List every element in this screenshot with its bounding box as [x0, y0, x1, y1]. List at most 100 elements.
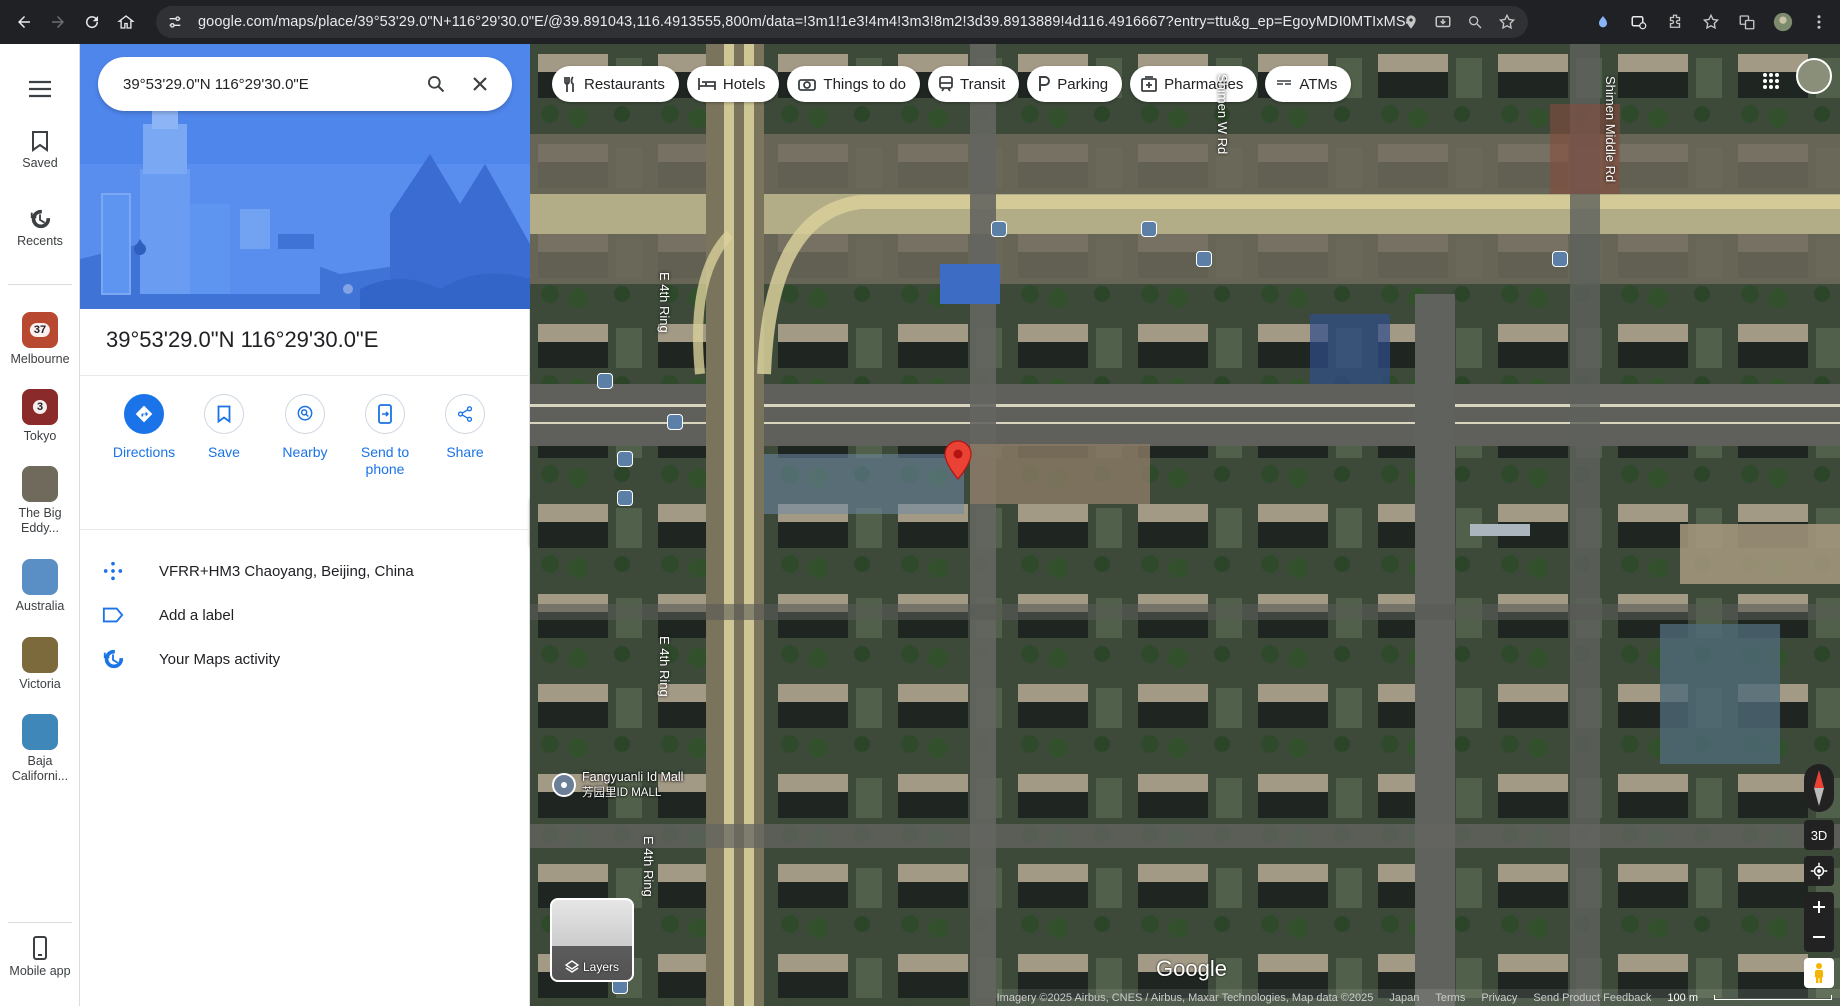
menu-button[interactable] — [25, 74, 55, 104]
chip-parking[interactable]: Parking — [1027, 66, 1123, 102]
rail-list-melbourne[interactable]: 37 Melbourne — [0, 312, 80, 367]
maps-activity-text: Your Maps activity — [159, 650, 281, 668]
road-label-e4th-ring: E 4th Ring — [657, 636, 672, 697]
translate-icon[interactable] — [1734, 9, 1760, 35]
tilt-3d-button[interactable]: 3D — [1804, 820, 1834, 850]
directions-label: Directions — [112, 444, 176, 460]
chip-atms[interactable]: ATMs — [1265, 66, 1352, 102]
home-icon — [117, 15, 135, 29]
location-icon[interactable] — [1400, 11, 1422, 33]
region-link[interactable]: Japan — [1389, 992, 1419, 1004]
pharmacy-icon — [1141, 76, 1158, 92]
address-bar[interactable]: google.com/maps/place/39°53'29.0"N+116°2… — [156, 6, 1528, 38]
privacy-link[interactable]: Privacy — [1481, 992, 1517, 1004]
transit-station-marker[interactable] — [1141, 221, 1157, 237]
profile-avatar-icon[interactable] — [1770, 9, 1796, 35]
zoom-in-button[interactable] — [1804, 892, 1834, 922]
my-location-icon — [1810, 862, 1828, 880]
list-thumbnail — [22, 637, 58, 673]
rail-list-victoria[interactable]: Victoria — [0, 637, 80, 692]
site-settings-icon[interactable] — [160, 7, 190, 37]
chip-hotels[interactable]: Hotels — [686, 66, 780, 102]
reload-button[interactable] — [77, 7, 107, 37]
shopping-icon — [552, 773, 576, 797]
scale-label[interactable]: 100 m — [1667, 992, 1698, 1004]
rail-list-big-eddy[interactable]: The Big Eddy... — [0, 466, 80, 536]
bookmark-icon — [32, 131, 48, 152]
poi-fangyuanli-mall[interactable]: Fangyuanli Id Mall 芳园里ID MALL — [552, 770, 683, 800]
back-button[interactable] — [9, 7, 39, 37]
bookmarks-icon[interactable] — [1698, 9, 1724, 35]
close-search-button[interactable] — [465, 69, 495, 99]
share-icon — [457, 406, 473, 422]
home-button[interactable] — [111, 7, 141, 37]
chip-things-to-do[interactable]: Things to do — [787, 66, 920, 102]
pegman-button[interactable] — [1804, 958, 1834, 988]
history-icon — [103, 649, 124, 669]
rail-saved[interactable]: Saved — [0, 130, 80, 171]
search-box[interactable]: 39°53'29.0"N 116°29'30.0"E — [98, 57, 512, 111]
plus-code-row[interactable]: VFRR+HM3 Chaoyang, Beijing, China — [80, 549, 530, 593]
extensions-puzzle-icon[interactable] — [1662, 9, 1688, 35]
transit-station-marker[interactable] — [991, 221, 1007, 237]
directions-button[interactable]: Directions — [106, 394, 182, 461]
transit-station-marker[interactable] — [1552, 251, 1568, 267]
road-label-e4th-ring: E 4th Ring — [657, 272, 672, 333]
transit-station-marker[interactable] — [597, 373, 613, 389]
save-button[interactable]: Save — [186, 394, 262, 461]
zoom-icon[interactable] — [1464, 11, 1486, 33]
forward-button[interactable] — [43, 7, 73, 37]
terms-link[interactable]: Terms — [1435, 992, 1465, 1004]
google-apps-button[interactable] — [1756, 66, 1786, 96]
share-button[interactable]: Share — [427, 394, 503, 461]
search-button[interactable] — [421, 69, 451, 99]
chip-label: Parking — [1057, 75, 1109, 93]
send-to-phone-icon — [378, 404, 392, 424]
rail-list-label: Tokyo — [23, 429, 57, 443]
directions-icon — [135, 405, 153, 423]
map-canvas[interactable]: Restaurants Hotels Things to do Transit … — [530, 44, 1840, 1006]
transit-station-marker[interactable] — [617, 490, 633, 506]
bookmark-star-icon[interactable] — [1496, 11, 1518, 33]
rail-divider — [8, 922, 72, 923]
nearby-button[interactable]: Nearby — [267, 394, 343, 461]
transit-station-marker[interactable] — [617, 451, 633, 467]
chip-restaurants[interactable]: Restaurants — [552, 66, 679, 102]
layers-button[interactable]: Layers — [550, 898, 634, 982]
rail-list-label: Baja Californi... — [11, 754, 69, 783]
account-avatar[interactable] — [1796, 58, 1832, 94]
share-label: Share — [446, 444, 484, 460]
location-pin[interactable] — [944, 440, 972, 485]
save-label: Save — [208, 444, 240, 460]
rail-list-label: The Big Eddy... — [18, 506, 62, 535]
send-to-phone-button[interactable]: Send to phone — [347, 394, 423, 478]
maps-activity-row[interactable]: Your Maps activity — [80, 637, 530, 681]
category-chips: Restaurants Hotels Things to do Transit … — [552, 66, 1352, 102]
extension-gem-icon[interactable] — [1590, 9, 1616, 35]
install-app-icon[interactable] — [1432, 11, 1454, 33]
browser-menu-icon[interactable] — [1806, 9, 1832, 35]
transit-station-marker[interactable] — [667, 414, 683, 430]
search-input[interactable]: 39°53'29.0"N 116°29'30.0"E — [123, 76, 309, 93]
rail-list-baja-california[interactable]: Baja Californi... — [0, 714, 80, 784]
chip-pharmacies[interactable]: Pharmacies — [1130, 66, 1258, 102]
url-text[interactable]: google.com/maps/place/39°53'29.0"N+116°2… — [198, 14, 1408, 30]
rail-mobile-app[interactable]: Mobile app — [0, 936, 80, 979]
chip-transit[interactable]: Transit — [927, 66, 1020, 102]
rail-list-tokyo[interactable]: 3 Tokyo — [0, 389, 80, 444]
list-thumbnail: 37 — [22, 312, 58, 348]
list-thumbnail: 3 — [22, 389, 58, 425]
rail-recents[interactable]: Recents — [0, 208, 80, 249]
rail-list-australia[interactable]: Australia — [0, 559, 80, 614]
transit-station-marker[interactable] — [1196, 251, 1212, 267]
add-label-row[interactable]: Add a label — [80, 593, 530, 637]
my-location-button[interactable] — [1804, 856, 1834, 886]
compass-icon — [1814, 770, 1824, 806]
chip-label: Transit — [959, 75, 1006, 93]
nearby-label: Nearby — [282, 444, 328, 460]
reload-icon — [86, 16, 99, 29]
extension-tabs-icon[interactable] — [1626, 9, 1652, 35]
compass-button[interactable] — [1804, 764, 1834, 812]
feedback-link[interactable]: Send Product Feedback — [1533, 992, 1651, 1004]
zoom-out-button[interactable] — [1804, 922, 1834, 952]
